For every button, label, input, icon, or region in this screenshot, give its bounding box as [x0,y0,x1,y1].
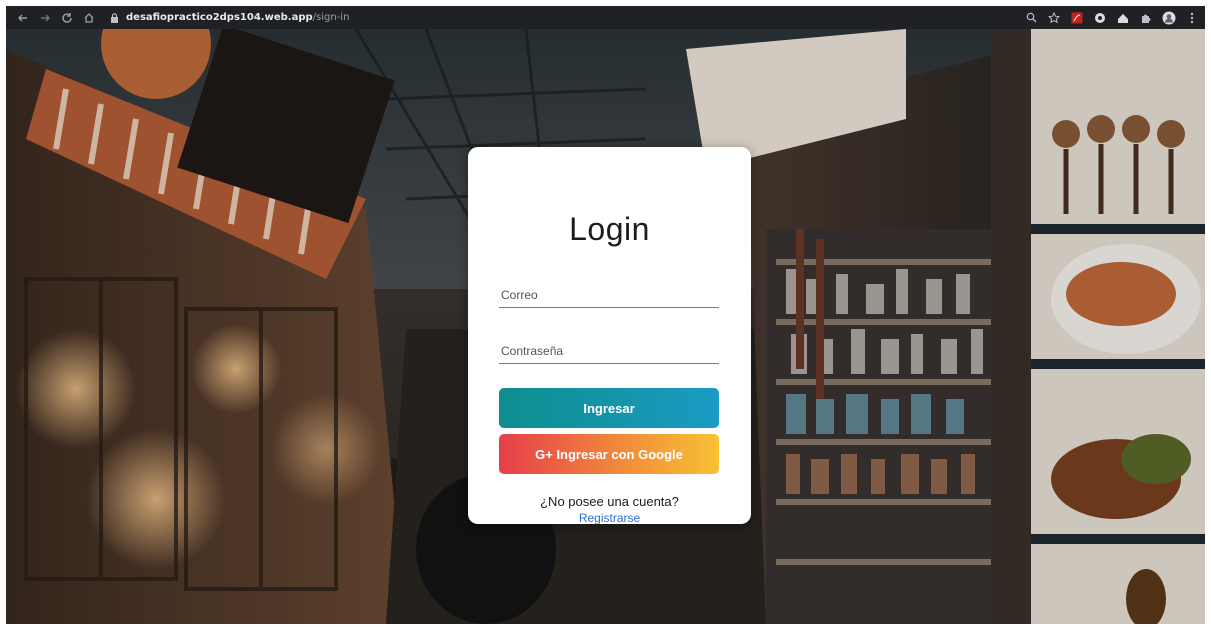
browser-toolbar: desafiopracticо2dps104.web.app /sign-in [6,6,1205,29]
star-icon[interactable] [1047,11,1061,25]
profile-icon[interactable] [1162,11,1176,25]
zoom-icon[interactable] [1024,11,1038,25]
pdf-extension-icon[interactable] [1070,11,1084,25]
puzzle-icon[interactable] [1139,11,1153,25]
login-card: Login Ingresar G+ Ingresar con Google ¿N… [468,147,751,524]
back-icon[interactable] [14,9,32,27]
email-field[interactable] [499,282,719,308]
no-account-text: ¿No posee una cuenta? [540,494,679,509]
browser-window: desafiopracticо2dps104.web.app /sign-in [0,0,1211,627]
url-host: desafiopracticо2dps104.web.app [126,12,313,23]
google-login-button[interactable]: G+ Ingresar con Google [499,434,719,474]
login-button[interactable]: Ingresar [499,388,719,428]
menu-icon[interactable] [1185,11,1199,25]
password-field[interactable] [499,338,719,364]
address-bar[interactable]: desafiopracticо2dps104.web.app /sign-in [108,8,1015,27]
extension-icon[interactable] [1093,11,1107,25]
url-path: /sign-in [312,12,350,23]
register-link[interactable]: Registrarse [468,512,751,524]
reload-icon[interactable] [58,9,76,27]
forward-icon[interactable] [36,9,54,27]
login-title: Login [569,211,650,247]
lock-icon [108,12,120,24]
extension-icon[interactable] [1116,11,1130,25]
nav-buttons [10,9,98,27]
toolbar-icons [1015,11,1199,25]
home-icon[interactable] [80,9,98,27]
